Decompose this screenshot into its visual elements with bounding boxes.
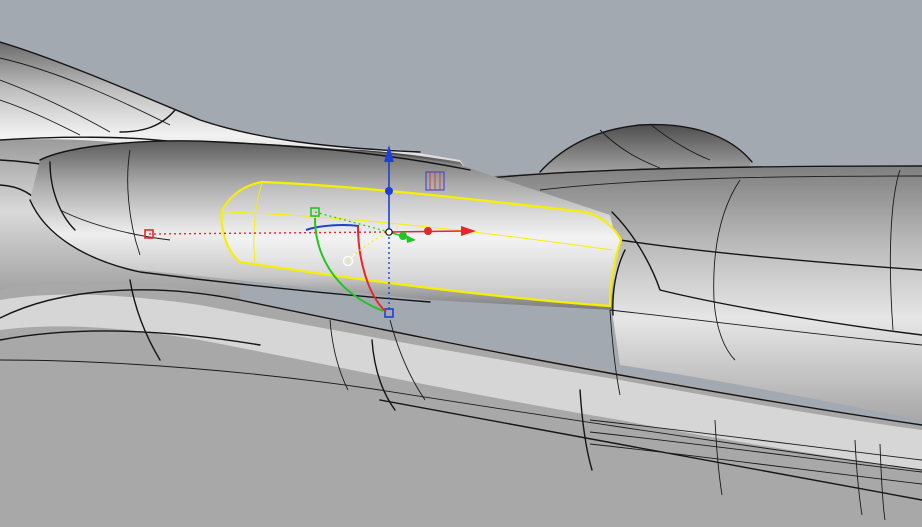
gumball-origin[interactable] <box>385 228 393 236</box>
z-scale-handle-negative[interactable] <box>384 308 394 318</box>
viewport-perspective[interactable] <box>0 0 922 527</box>
y-scale-handle[interactable] <box>399 232 407 240</box>
x-scale-handle[interactable] <box>424 227 432 235</box>
z-scale-handle[interactable] <box>385 187 393 195</box>
scene-canvas[interactable] <box>0 0 922 527</box>
aircraft-model[interactable] <box>0 41 922 527</box>
